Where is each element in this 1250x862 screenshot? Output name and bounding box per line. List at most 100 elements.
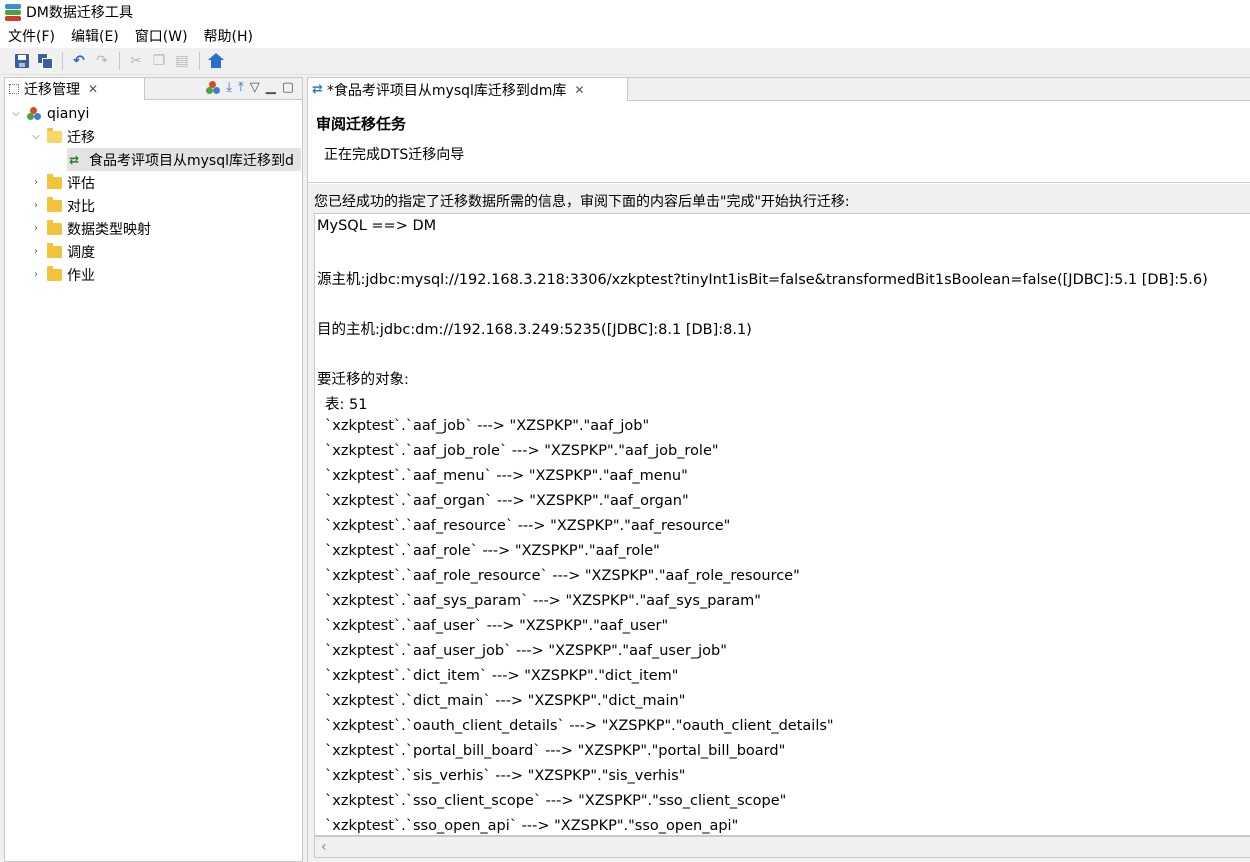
tree-folder-evaluate[interactable]: › 评估 (5, 171, 302, 194)
tree-folder-label: 调度 (67, 244, 95, 261)
menu-help[interactable]: 帮助(H) (204, 26, 253, 46)
cut-button[interactable]: ✂ (126, 51, 146, 71)
table-mapping-line: `xzkptest`.`sis_verhis` ---> "XZSPKP"."s… (325, 768, 686, 784)
toolbar-separator (62, 52, 63, 70)
migration-task-icon: ⇄ (69, 152, 80, 167)
app-logo-icon (4, 3, 22, 21)
tree-item-label: 食品考评项目从mysql库迁移到d (89, 152, 294, 169)
tree-folder-type-mapping[interactable]: › 数据类型映射 (5, 217, 302, 240)
table-mapping-line: `xzkptest`.`aaf_user_job` ---> "XZSPKP".… (325, 643, 727, 659)
tree-folder-label: 数据类型映射 (67, 221, 151, 238)
view-menu-chevron-icon[interactable]: ▽ (250, 80, 260, 95)
copy-icon: ❐ (152, 53, 166, 69)
selected-tree-item[interactable]: ⇄ 食品考评项目从mysql库迁移到d (67, 148, 301, 171)
migration-task-icon: ⇄ (312, 82, 323, 97)
table-mapping-line: `xzkptest`.`aaf_role` ---> "XZSPKP"."aaf… (325, 543, 660, 559)
folder-icon (47, 242, 62, 258)
home-button[interactable] (206, 51, 226, 71)
scroll-left-arrow-icon[interactable]: ‹ (321, 839, 327, 855)
table-mapping-line: `xzkptest`.`sso_client_scope` ---> "XZSP… (325, 793, 787, 809)
chevron-right-icon[interactable]: › (29, 177, 43, 188)
left-panel-tabbar: 迁移管理 ✕ ⤓ ⤒ ▽ ▁ ▢ (5, 78, 302, 100)
table-mapping-line: `xzkptest`.`aaf_menu` ---> "XZSPKP"."aaf… (325, 468, 688, 484)
close-icon[interactable]: ✕ (574, 83, 584, 97)
undo-icon: ↶ (73, 53, 85, 69)
toolbar: ↶ ↷ ✂ ❐ ▤ (0, 48, 1250, 75)
new-project-icon[interactable] (206, 80, 221, 95)
chevron-right-icon[interactable]: › (29, 223, 43, 234)
undo-button[interactable]: ↶ (69, 51, 89, 71)
toolbar-separator (199, 52, 200, 70)
wizard-intro-text: 您已经成功的指定了迁移数据所需的信息，审阅下面的内容后单击"完成"开始执行迁移: (314, 194, 850, 210)
menu-bar: 文件(F) 编辑(E) 窗口(W) 帮助(H) (0, 24, 1250, 48)
folder-icon (47, 173, 62, 189)
title-bar: DM数据迁移工具 (0, 0, 1250, 24)
tree-item-migration-task[interactable]: ⇄ 食品考评项目从mysql库迁移到d (5, 148, 302, 171)
copy-button[interactable]: ❐ (149, 51, 169, 71)
tree-folder-label: 迁移 (67, 129, 95, 146)
chevron-right-icon[interactable]: › (29, 246, 43, 257)
wizard-body: 您已经成功的指定了迁移数据所需的信息，审阅下面的内容后单击"完成"开始执行迁移:… (308, 184, 1250, 862)
tree-folder-job[interactable]: › 作业 (5, 263, 302, 286)
table-mapping-line: `xzkptest`.`aaf_resource` ---> "XZSPKP".… (325, 518, 731, 534)
chevron-right-icon[interactable]: › (29, 200, 43, 211)
menu-window[interactable]: 窗口(W) (135, 26, 188, 46)
menu-edit[interactable]: 编辑(E) (71, 26, 119, 46)
project-icon (27, 106, 41, 121)
table-mapping-line: `xzkptest`.`aaf_user` ---> "XZSPKP"."aaf… (325, 618, 669, 634)
wizard-subtitle: 正在完成DTS迁移向导 (324, 147, 465, 163)
paste-button[interactable]: ▤ (172, 51, 192, 71)
window-title: DM数据迁移工具 (26, 5, 133, 21)
tree-root-qianyi[interactable]: ⌵ qianyi (5, 102, 302, 125)
summary-table-count: 表: 51 (325, 397, 368, 413)
save-icon (15, 54, 29, 68)
table-mapping-line: `xzkptest`.`aaf_job` ---> "XZSPKP"."aaf_… (325, 418, 650, 434)
maximize-icon[interactable]: ▢ (282, 80, 294, 95)
minimize-icon[interactable]: ▁ (266, 80, 276, 95)
tab-migration-management[interactable]: 迁移管理 ✕ (5, 78, 145, 100)
editor-panel: ⇄ *食品考评项目从mysql库迁移到dm库 ✕ 审阅迁移任务 正在完成DTS迁… (307, 77, 1250, 862)
summary-mode: MySQL ==> DM (317, 218, 437, 234)
migration-management-panel: 迁移管理 ✕ ⤓ ⤒ ▽ ▁ ▢ ⌵ qianyi ⌵ 迁移 ⇄ 食品考评项目从… (4, 77, 303, 862)
chevron-down-icon[interactable]: ⌵ (9, 108, 23, 119)
redo-icon: ↷ (96, 53, 108, 69)
table-mapping-line: `xzkptest`.`aaf_job_role` ---> "XZSPKP".… (325, 443, 719, 459)
horizontal-scrollbar[interactable]: ‹ (314, 836, 1250, 858)
menu-file[interactable]: 文件(F) (8, 26, 55, 46)
left-panel-tools: ⤓ ⤒ ▽ ▁ ▢ (206, 80, 294, 95)
table-mapping-line: `xzkptest`.`aaf_sys_param` ---> "XZSPKP"… (325, 593, 761, 609)
tree-folder-schedule[interactable]: › 调度 (5, 240, 302, 263)
summary-objects-label: 要迁移的对象: (317, 372, 409, 388)
save-all-button[interactable] (35, 51, 55, 71)
summary-target: 目的主机:jdbc:dm://192.168.3.249:5235([JDBC]… (317, 322, 752, 338)
export-icon[interactable]: ⤒ (238, 80, 244, 95)
save-all-icon (37, 53, 53, 69)
table-mapping-line: `xzkptest`.`portal_bill_board` ---> "XZS… (325, 743, 786, 759)
folder-icon (47, 196, 62, 212)
table-mapping-line: `xzkptest`.`oauth_client_details` ---> "… (325, 718, 834, 734)
tree-folder-label: 对比 (67, 198, 95, 215)
project-tree: ⌵ qianyi ⌵ 迁移 ⇄ 食品考评项目从mysql库迁移到d › 评估 ›… (5, 102, 302, 286)
tab-migration-management-label: 迁移管理 (24, 82, 80, 98)
summary-textarea[interactable]: MySQL ==> DM 源主机:jdbc:mysql://192.168.3.… (314, 213, 1250, 836)
chevron-down-icon[interactable]: ⌵ (29, 131, 43, 142)
tab-migration-task[interactable]: ⇄ *食品考评项目从mysql库迁移到dm库 ✕ (308, 78, 628, 101)
table-mapping-line: `xzkptest`.`sso_open_api` ---> "XZSPKP".… (325, 818, 739, 834)
table-mapping-line: `xzkptest`.`aaf_role_resource` ---> "XZS… (325, 568, 800, 584)
save-button[interactable] (12, 51, 32, 71)
tree-folder-migrate[interactable]: ⌵ 迁移 (5, 125, 302, 148)
table-mapping-line: `xzkptest`.`aaf_organ` ---> "XZSPKP"."aa… (325, 493, 689, 509)
redo-button[interactable]: ↷ (92, 51, 112, 71)
cut-icon: ✂ (130, 53, 142, 69)
wizard-header: 审阅迁移任务 正在完成DTS迁移向导 (308, 101, 1250, 183)
summary-source: 源主机:jdbc:mysql://192.168.3.218:3306/xzkp… (317, 272, 1208, 288)
home-icon (208, 53, 224, 69)
folder-icon (47, 265, 62, 281)
import-icon[interactable]: ⤓ (226, 80, 232, 95)
close-icon[interactable]: ✕ (88, 82, 98, 96)
tree-folder-label: 评估 (67, 175, 95, 192)
wizard-title: 审阅迁移任务 (316, 115, 407, 133)
tree-folder-compare[interactable]: › 对比 (5, 194, 302, 217)
table-mapping-line: `xzkptest`.`dict_main` ---> "XZSPKP"."di… (325, 693, 686, 709)
chevron-right-icon[interactable]: › (29, 269, 43, 280)
